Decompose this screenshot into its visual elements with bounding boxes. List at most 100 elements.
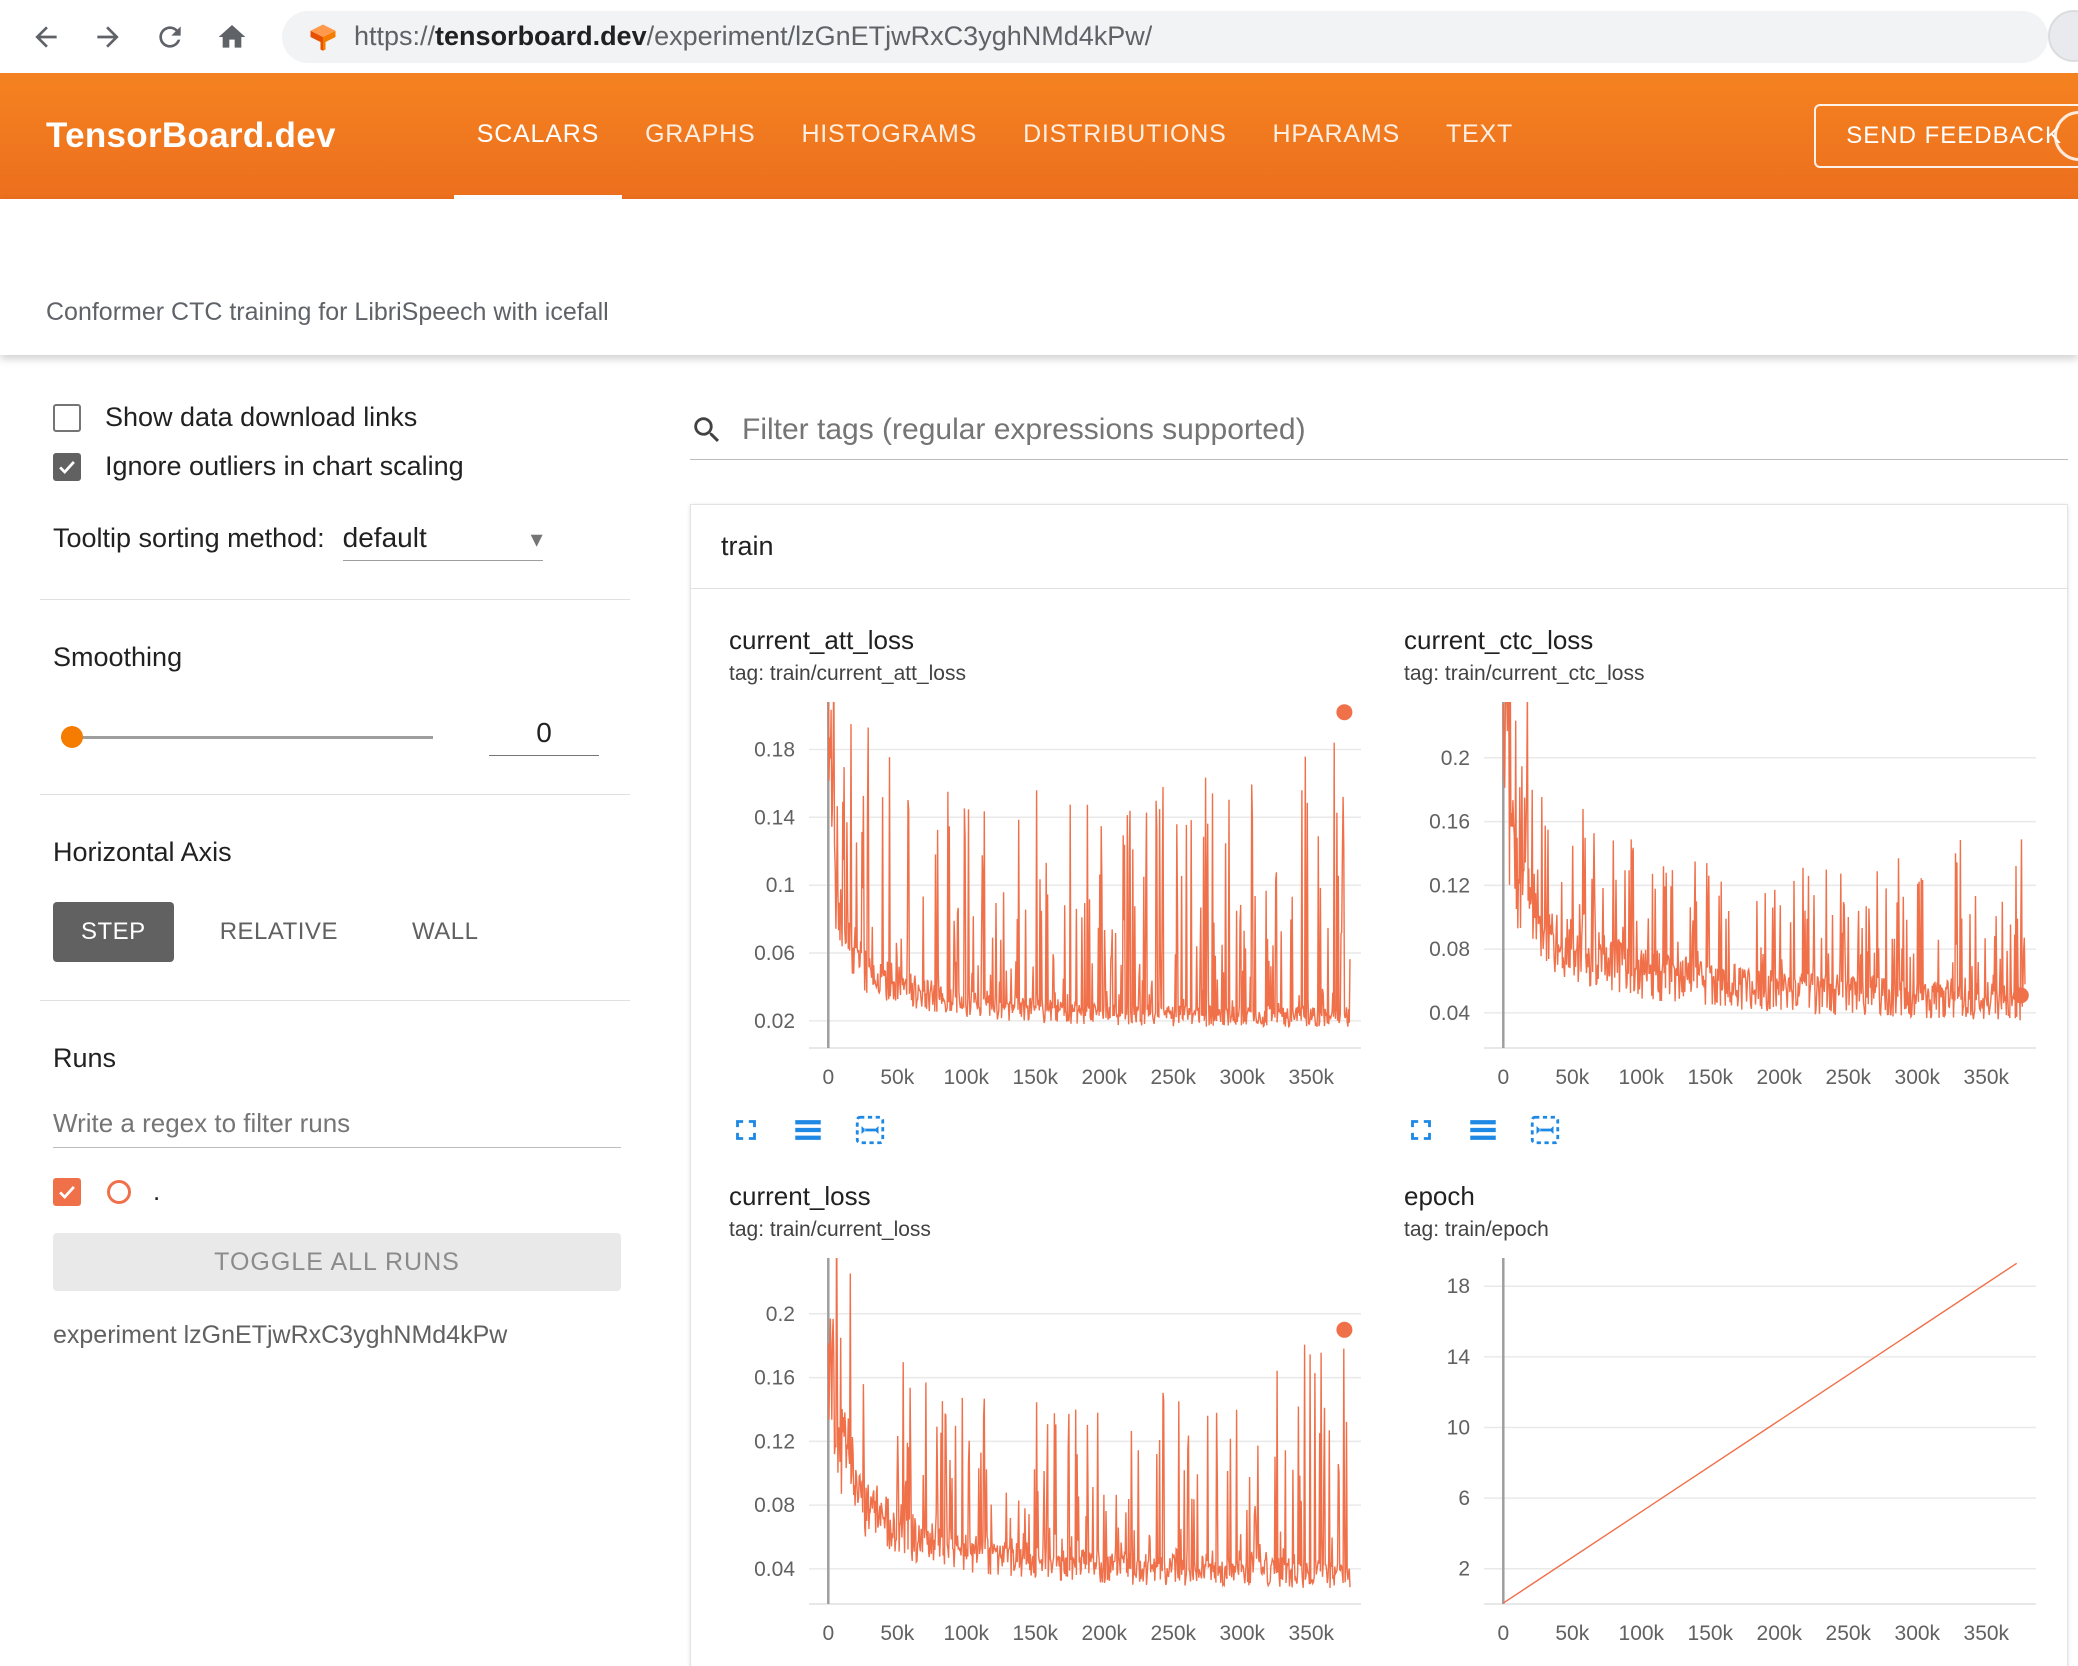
ignore-outliers-checkbox[interactable] xyxy=(53,452,81,481)
svg-text:250k: 250k xyxy=(1151,1066,1197,1089)
horizontal-axis-label: Horizontal Axis xyxy=(53,837,232,867)
home-icon[interactable] xyxy=(216,21,248,53)
svg-text:0.16: 0.16 xyxy=(1429,811,1470,834)
fit-domain-icon[interactable] xyxy=(853,1113,887,1147)
search-icon xyxy=(694,417,720,443)
show-download-links-label: Show data download links xyxy=(105,402,418,432)
browser-avatar[interactable] xyxy=(2048,10,2078,62)
run-checkbox[interactable] xyxy=(53,1177,81,1206)
chart-canvas[interactable]: 2 6 10 14 18 0 50k 100k 150k 200k 250k 300k 350k xyxy=(1392,1250,2067,1655)
tab-scalars[interactable]: SCALARS xyxy=(453,73,623,199)
svg-text:14: 14 xyxy=(1447,1346,1471,1369)
group-title[interactable]: train xyxy=(691,505,2067,589)
svg-text:200k: 200k xyxy=(1082,1622,1128,1645)
chart-toolbar xyxy=(1392,1113,2067,1147)
svg-text:0.12: 0.12 xyxy=(754,1430,795,1453)
svg-text:50k: 50k xyxy=(880,1066,914,1089)
chart-title: current_ctc_loss xyxy=(1404,625,1594,655)
svg-text:250k: 250k xyxy=(1826,1622,1872,1645)
svg-text:100k: 100k xyxy=(1619,1622,1665,1645)
brand-logo[interactable]: TensorBoard.dev xyxy=(46,116,336,156)
chart-grid: current_att_loss tag: train/current_att_… xyxy=(691,589,2067,1666)
axis-step-button[interactable]: STEP xyxy=(53,902,174,962)
toggle-y-axis-icon[interactable] xyxy=(1466,1113,1500,1147)
fit-domain-icon[interactable] xyxy=(1528,1113,1562,1147)
slider-track xyxy=(61,735,433,739)
svg-text:150k: 150k xyxy=(1688,1066,1734,1089)
svg-text:0.04: 0.04 xyxy=(1429,1002,1470,1025)
fullscreen-icon[interactable] xyxy=(729,1113,763,1147)
show-download-links-row[interactable]: Show data download links xyxy=(53,402,630,433)
url-bar[interactable]: https://tensorboard.dev/experiment/lzGnE… xyxy=(282,10,2048,63)
svg-text:0.12: 0.12 xyxy=(1429,874,1470,897)
svg-text:200k: 200k xyxy=(1082,1066,1128,1089)
svg-text:0: 0 xyxy=(822,1622,834,1645)
svg-text:250k: 250k xyxy=(1826,1066,1872,1089)
experiment-title: Conformer CTC training for LibriSpeech w… xyxy=(46,298,609,326)
axis-relative-button[interactable]: RELATIVE xyxy=(192,902,366,962)
experiment-id-note: experiment lzGnETjwRxC3yghNMd4kPw xyxy=(53,1321,508,1349)
run-row[interactable]: . xyxy=(53,1176,630,1207)
tab-text[interactable]: TEXT xyxy=(1423,73,1536,199)
run-color-swatch xyxy=(107,1179,131,1204)
chart-current-loss: current_loss tag: train/current_loss 0.0… xyxy=(717,1181,1392,1666)
svg-text:18: 18 xyxy=(1447,1275,1470,1298)
ignore-outliers-row[interactable]: Ignore outliers in chart scaling xyxy=(53,451,630,482)
svg-text:0.18: 0.18 xyxy=(754,739,795,762)
runs-filter-input[interactable] xyxy=(53,1100,621,1148)
chart-tag: tag: train/current_loss xyxy=(729,1218,931,1241)
svg-text:0.14: 0.14 xyxy=(754,806,795,829)
chart-tag: tag: train/current_att_loss xyxy=(729,662,966,685)
train-group-card: train current_att_loss tag: train/curren… xyxy=(690,504,2068,1666)
chart-canvas[interactable]: 0.04 0.08 0.12 0.16 0.2 0 50k 100k 150k 200k 250k 3… xyxy=(1392,694,2067,1099)
svg-text:0.16: 0.16 xyxy=(754,1367,795,1390)
svg-text:350k: 350k xyxy=(1964,1066,2010,1089)
tab-hparams[interactable]: HPARAMS xyxy=(1250,73,1423,199)
svg-text:0: 0 xyxy=(822,1066,834,1089)
back-icon[interactable] xyxy=(30,21,62,53)
experiment-title-bar: Conformer CTC training for LibriSpeech w… xyxy=(0,199,2078,355)
tooltip-sorting-select[interactable]: default ▾ xyxy=(342,522,543,561)
tab-distributions[interactable]: DISTRIBUTIONS xyxy=(1000,73,1249,199)
chart-canvas[interactable]: 0.02 0.06 0.1 0.14 0.18 0 50k 100k 150k 200k 250k 3… xyxy=(717,694,1392,1099)
send-feedback-button[interactable]: SEND FEEDBACK xyxy=(1814,104,2078,168)
svg-text:50k: 50k xyxy=(1555,1622,1589,1645)
reload-icon[interactable] xyxy=(154,21,186,53)
filter-tags-input[interactable] xyxy=(742,413,2068,447)
svg-text:0.04: 0.04 xyxy=(754,1558,795,1581)
tensorboard-favicon xyxy=(310,24,336,51)
sidebar-divider xyxy=(40,599,630,600)
fullscreen-icon[interactable] xyxy=(1404,1113,1438,1147)
svg-text:0.08: 0.08 xyxy=(1429,938,1470,961)
smoothing-value[interactable]: 0 xyxy=(489,717,599,756)
slider-thumb[interactable] xyxy=(61,725,83,748)
svg-text:50k: 50k xyxy=(1555,1066,1589,1089)
runs-label: Runs xyxy=(53,1043,117,1073)
svg-text:0.2: 0.2 xyxy=(1441,747,1470,770)
toggle-all-runs-button[interactable]: TOGGLE ALL RUNS xyxy=(53,1233,621,1291)
svg-text:200k: 200k xyxy=(1757,1622,1803,1645)
tab-graphs[interactable]: GRAPHS xyxy=(622,73,778,199)
svg-text:200k: 200k xyxy=(1757,1066,1803,1089)
toggle-y-axis-icon[interactable] xyxy=(791,1113,825,1147)
chart-canvas[interactable]: 0.04 0.08 0.12 0.16 0.2 0 50k 100k 150k 200k 250k 3… xyxy=(717,1250,1392,1655)
svg-text:150k: 150k xyxy=(1013,1622,1059,1645)
smoothing-label: Smoothing xyxy=(53,642,183,672)
browser-chrome: https://tensorboard.dev/experiment/lzGnE… xyxy=(0,0,2078,73)
tab-histograms[interactable]: HISTOGRAMS xyxy=(778,73,1000,199)
chart-current-ctc-loss: current_ctc_loss tag: train/current_ctc_… xyxy=(1392,625,2067,1147)
url-text: https://tensorboard.dev/experiment/lzGnE… xyxy=(354,21,1153,51)
chart-epoch: epoch tag: train/epoch 2 6 10 14 18 0 50k 100k 1… xyxy=(1392,1181,2067,1666)
main-nav: SCALARS GRAPHS HISTOGRAMS DISTRIBUTIONS … xyxy=(453,73,1536,199)
filter-tags-row xyxy=(690,413,2068,460)
show-download-links-checkbox[interactable] xyxy=(53,403,81,432)
smoothing-slider[interactable] xyxy=(61,725,433,749)
svg-text:0.1: 0.1 xyxy=(766,874,795,897)
ignore-outliers-label: Ignore outliers in chart scaling xyxy=(105,451,464,481)
svg-text:0: 0 xyxy=(1497,1622,1509,1645)
axis-wall-button[interactable]: WALL xyxy=(384,902,506,962)
forward-icon[interactable] xyxy=(92,21,124,53)
svg-text:50k: 50k xyxy=(880,1622,914,1645)
svg-text:6: 6 xyxy=(1458,1487,1470,1510)
settings-sidebar: Show data download links Ignore outliers… xyxy=(0,355,650,1666)
